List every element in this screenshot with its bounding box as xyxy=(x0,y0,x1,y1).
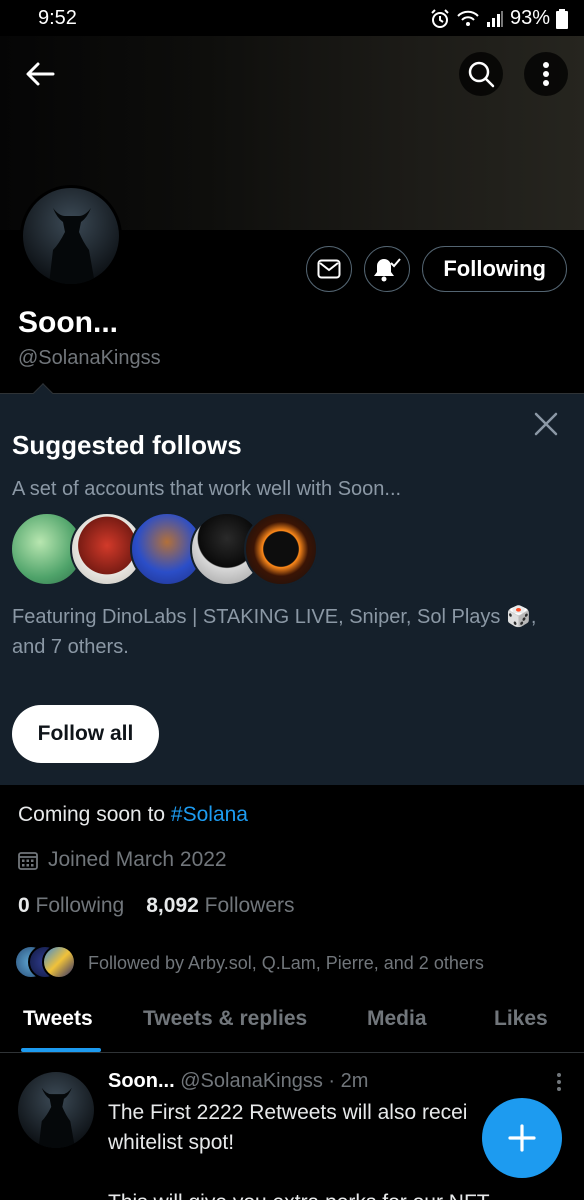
back-arrow-icon xyxy=(26,62,55,86)
calendar-icon xyxy=(18,852,38,870)
bell-check-icon xyxy=(374,258,402,282)
tab-tweets[interactable]: Tweets xyxy=(23,1007,93,1031)
wifi-icon xyxy=(456,9,480,29)
profile-avatar[interactable] xyxy=(20,185,122,287)
tweet-separator: · xyxy=(328,1070,336,1092)
follow-all-button[interactable]: Follow all xyxy=(12,705,159,763)
tab-tweets-replies[interactable]: Tweets & replies xyxy=(143,1007,307,1031)
followed-by-row[interactable]: Followed by Arby.sol, Q.Lam, Pierre, and… xyxy=(14,945,484,981)
suggested-avatar-5 xyxy=(244,512,318,586)
status-bar: 9:52 93% xyxy=(0,0,584,36)
followers-count: 8,092 xyxy=(146,894,199,917)
profile-tabs: Tweets Tweets & replies Media Likes xyxy=(0,995,584,1053)
profile-name: Soon... xyxy=(18,306,118,339)
mail-icon xyxy=(317,259,341,279)
dice-emoji: 🎲 xyxy=(505,606,531,628)
tab-media[interactable]: Media xyxy=(367,1007,427,1031)
bio-text: Coming soon to xyxy=(18,803,171,826)
followers-stat[interactable]: 8,092 Followers xyxy=(146,894,294,918)
followers-label: Followers xyxy=(204,894,295,917)
suggested-title: Suggested follows xyxy=(12,430,242,460)
notifications-button[interactable] xyxy=(364,246,411,292)
following-label: Following xyxy=(35,894,125,917)
dismiss-suggestions-button[interactable] xyxy=(532,410,560,438)
tweet-more-button[interactable] xyxy=(556,1072,562,1097)
profile-bio: Coming soon to #Solana xyxy=(18,803,248,827)
suggested-follows-card: Suggested follows A set of accounts that… xyxy=(0,383,584,785)
joined-text: Joined March 2022 xyxy=(48,848,227,871)
following-count: 0 xyxy=(18,894,30,917)
following-button[interactable]: Following xyxy=(422,246,567,292)
profile-actions: Following xyxy=(306,246,567,292)
tweet-author-name: Soon... xyxy=(108,1070,175,1092)
status-time: 9:52 xyxy=(38,7,77,29)
more-vertical-icon xyxy=(557,1073,561,1091)
followed-by-avatars xyxy=(14,945,78,981)
compose-tweet-button[interactable] xyxy=(482,1098,562,1178)
alarm-icon xyxy=(430,8,450,29)
message-button[interactable] xyxy=(306,246,353,292)
search-button[interactable] xyxy=(459,52,503,96)
battery-percent: 93% xyxy=(509,7,550,29)
plus-icon xyxy=(508,1124,536,1152)
suggested-featuring: Featuring DinoLabs | STAKING LIVE, Snipe… xyxy=(12,602,552,662)
profile-handle: @SolanaKingss xyxy=(18,347,161,369)
followed-by-avatar-3 xyxy=(42,945,76,979)
followed-by-text: Followed by Arby.sol, Q.Lam, Pierre, and… xyxy=(88,952,484,973)
signal-icon xyxy=(486,10,504,28)
tweet-author-handle: @SolanaKingss xyxy=(180,1070,323,1092)
featuring-text-1: Featuring DinoLabs | STAKING LIVE, Snipe… xyxy=(12,606,506,628)
card-caret xyxy=(33,383,53,403)
tweet-text-line-3: This will give you extra perks for our N… xyxy=(108,1188,568,1200)
more-vertical-icon xyxy=(543,62,549,86)
tweet-header: Soon... @SolanaKingss · 2m xyxy=(108,1070,368,1093)
joined-date-row: Joined March 2022 xyxy=(18,848,227,872)
follow-stats: 0 Following 8,092 Followers xyxy=(18,894,295,918)
suggested-avatars[interactable] xyxy=(10,512,330,588)
active-tab-indicator xyxy=(21,1048,101,1052)
following-stat[interactable]: 0 Following xyxy=(18,894,124,918)
tab-likes[interactable]: Likes xyxy=(494,1007,548,1031)
search-icon xyxy=(468,61,495,88)
close-icon xyxy=(534,412,558,436)
battery-icon xyxy=(556,8,568,29)
suggested-subtitle: A set of accounts that work well with So… xyxy=(12,478,402,500)
status-icons: 93% xyxy=(430,7,568,30)
tweet-avatar[interactable] xyxy=(18,1072,94,1148)
bio-hashtag-link[interactable]: #Solana xyxy=(171,803,248,826)
tweet-time: 2m xyxy=(340,1070,369,1092)
back-button[interactable] xyxy=(18,56,62,92)
more-options-button[interactable] xyxy=(524,52,568,96)
